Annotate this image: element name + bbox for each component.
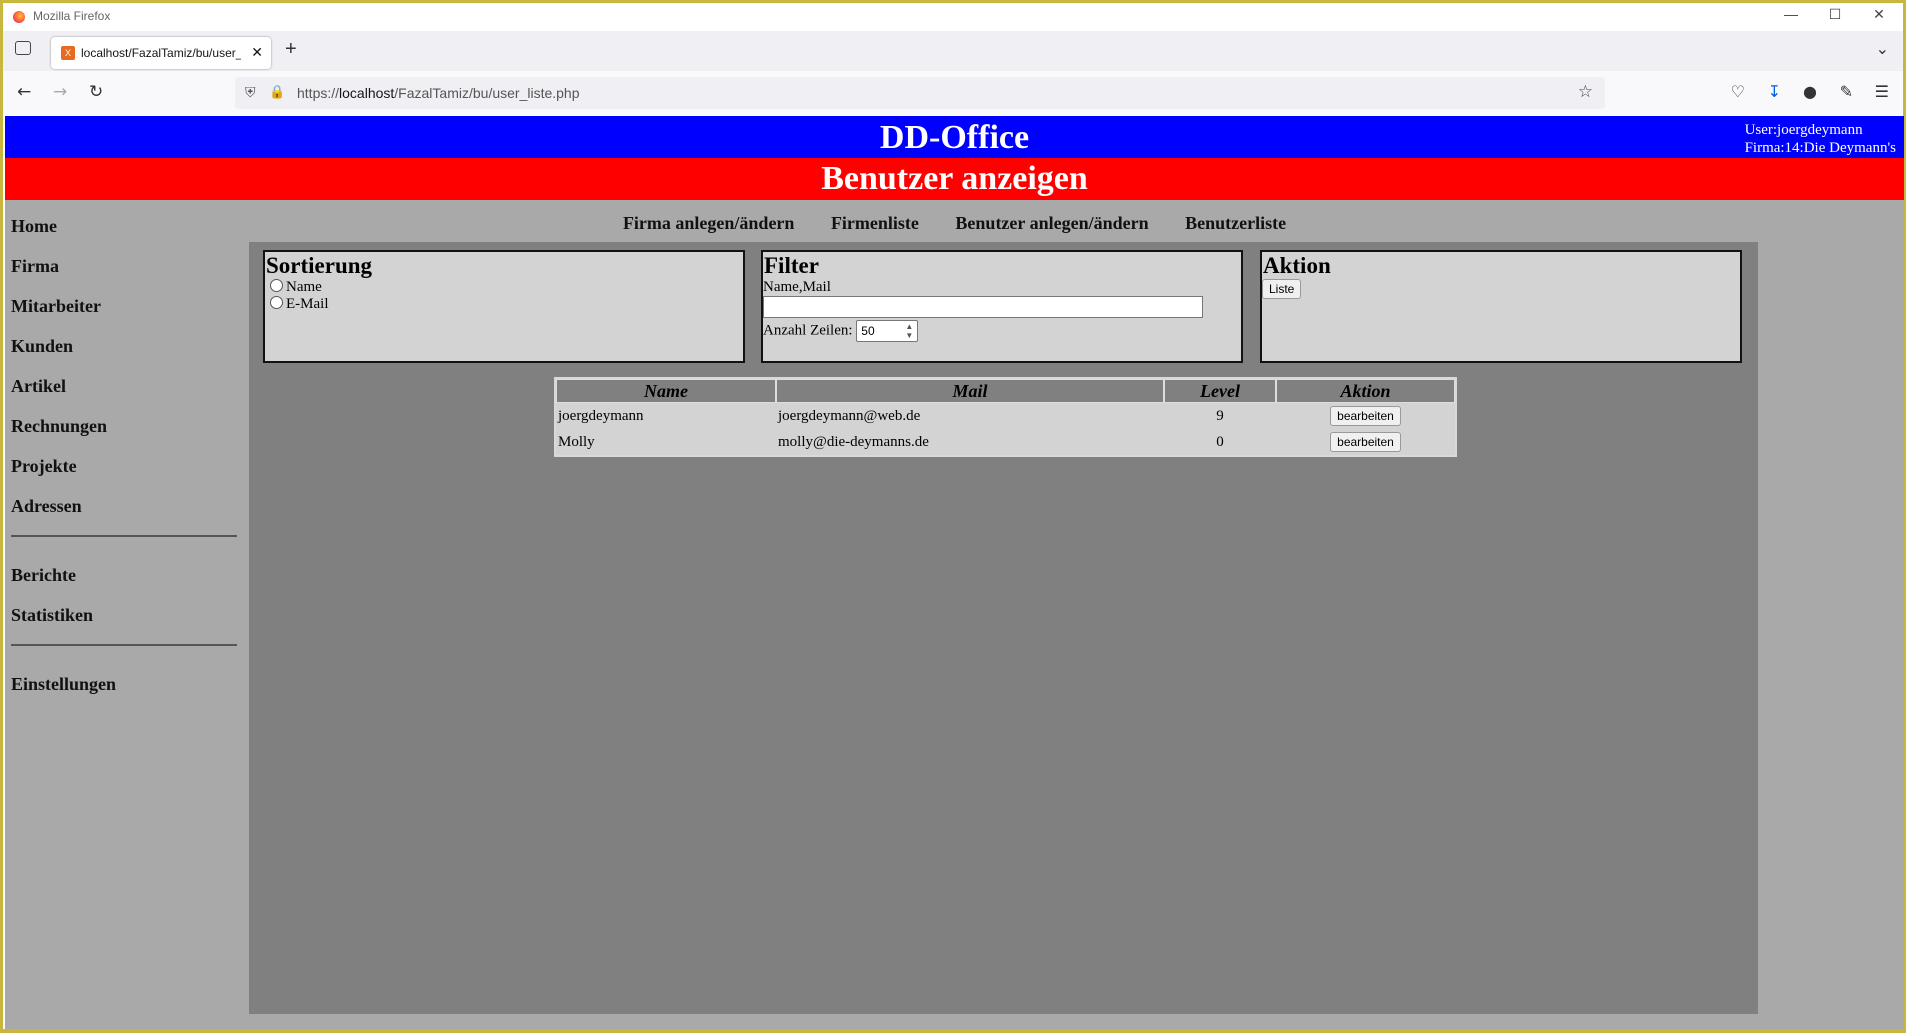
- maximize-icon[interactable]: ☐: [1815, 6, 1855, 26]
- menu-firma-anlegen[interactable]: Firma anlegen/ändern: [623, 213, 795, 234]
- tracking-shield-icon[interactable]: ⛨: [245, 84, 256, 101]
- main-panel: Sortierung Name E-Mail Filter Name,Mail …: [249, 242, 1758, 1014]
- app-header: DD-Office User:joergdeymann Firma:14:Die…: [5, 116, 1904, 158]
- edit-button[interactable]: bearbeiten: [1330, 432, 1401, 452]
- col-name[interactable]: Name: [556, 379, 776, 403]
- cell-name: joergdeymann: [558, 407, 644, 424]
- top-menu: Firma anlegen/ändern Firmenliste Benutze…: [5, 213, 1904, 234]
- table-header: Name Mail Level Aktion: [556, 379, 1455, 403]
- action-box: Aktion Liste: [1260, 250, 1742, 363]
- cell-mail: joergdeymann@web.de: [778, 407, 921, 424]
- action-title: Aktion: [1263, 253, 1331, 278]
- user-name: User:joergdeymann: [1744, 122, 1863, 138]
- chevron-down-icon[interactable]: ⌄: [1876, 39, 1889, 58]
- edit-button[interactable]: bearbeiten: [1330, 406, 1401, 426]
- radio-email[interactable]: [270, 296, 283, 309]
- filter-field-label: Name,Mail: [763, 279, 831, 295]
- active-tab[interactable]: X localhost/FazalTamiz/bu/user_li ✕: [51, 37, 271, 69]
- table-row: joergdeymann joergdeymann@web.de 9 bearb…: [556, 403, 1455, 429]
- liste-button[interactable]: Liste: [1262, 279, 1302, 299]
- cell-level: 9: [1216, 407, 1224, 424]
- sort-title: Sortierung: [266, 253, 373, 278]
- user-table: Name Mail Level Aktion joergdeymann joer…: [554, 377, 1457, 457]
- rows-stepper[interactable]: 50 ▲ ▼: [856, 320, 919, 342]
- company-name: Firma:14:Die Deymann's: [1744, 140, 1896, 156]
- sidebar-item-berichte[interactable]: Berichte: [11, 555, 241, 595]
- list-all-tabs-icon[interactable]: [15, 41, 31, 55]
- back-icon[interactable]: ←: [17, 82, 31, 102]
- col-mail[interactable]: Mail: [776, 379, 1164, 403]
- sidebar-divider: [11, 535, 237, 537]
- reload-icon[interactable]: ↻: [89, 82, 103, 102]
- cell-level: 0: [1216, 433, 1224, 450]
- user-info: User:joergdeymann Firma:14:Die Deymann's: [1745, 121, 1896, 157]
- menu-benutzer-anlegen[interactable]: Benutzer anlegen/ändern: [955, 213, 1148, 234]
- sidebar-item-projekte[interactable]: Projekte: [11, 446, 241, 486]
- tab-title: localhost/FazalTamiz/bu/user_li: [81, 46, 241, 60]
- filter-input[interactable]: [763, 296, 1203, 318]
- sort-option-name[interactable]: Name: [265, 279, 743, 296]
- sidebar-nav: Home Firma Mitarbeiter Kunden Artikel Re…: [11, 206, 241, 704]
- url-bar[interactable]: ⛨ 🔒 https://localhost/FazalTamiz/bu/user…: [235, 77, 1605, 109]
- table-row: Molly molly@die-deymanns.de 0 bearbeiten: [556, 429, 1455, 455]
- sort-box: Sortierung Name E-Mail: [263, 250, 745, 363]
- sidebar-item-statistiken[interactable]: Statistiken: [11, 595, 241, 635]
- cell-mail: molly@die-deymanns.de: [778, 433, 929, 450]
- sort-option-email[interactable]: E-Mail: [265, 296, 743, 313]
- minimize-icon[interactable]: —: [1771, 6, 1811, 26]
- sidebar-item-adressen[interactable]: Adressen: [11, 486, 241, 526]
- rows-label: Anzahl Zeilen:: [763, 322, 853, 339]
- downloads-icon[interactable]: ↧: [1768, 82, 1781, 101]
- tab-bar: X localhost/FazalTamiz/bu/user_li ✕ + ⌄: [3, 31, 1903, 71]
- bookmark-star-icon[interactable]: ☆: [1578, 82, 1593, 102]
- menu-benutzerliste[interactable]: Benutzerliste: [1185, 213, 1286, 234]
- hamburger-menu-icon[interactable]: ☰: [1875, 82, 1889, 101]
- sidebar-item-firma[interactable]: Firma: [11, 246, 241, 286]
- cell-name: Molly: [558, 433, 595, 450]
- filter-box: Filter Name,Mail Anzahl Zeilen: 50 ▲ ▼: [761, 250, 1243, 363]
- account-avatar-icon[interactable]: ●: [1803, 82, 1817, 101]
- filter-title: Filter: [764, 253, 819, 278]
- sidebar-item-mitarbeiter[interactable]: Mitarbeiter: [11, 286, 241, 326]
- window-title: Mozilla Firefox: [33, 9, 111, 23]
- app-title: DD-Office: [879, 119, 1030, 156]
- sidebar-item-einstellungen[interactable]: Einstellungen: [11, 664, 241, 704]
- col-level[interactable]: Level: [1164, 379, 1276, 403]
- sidebar-item-kunden[interactable]: Kunden: [11, 326, 241, 366]
- sidebar-item-artikel[interactable]: Artikel: [11, 366, 241, 406]
- page-title: Benutzer anzeigen: [5, 158, 1904, 200]
- navigation-bar: ← → ↻ ⛨ 🔒 https://localhost/FazalTamiz/b…: [3, 71, 1903, 115]
- new-tab-icon[interactable]: +: [285, 38, 297, 61]
- browser-window: Mozilla Firefox — ☐ ✕ X localhost/FazalT…: [0, 0, 1906, 1033]
- title-bar: Mozilla Firefox — ☐ ✕: [3, 3, 1903, 31]
- lock-icon[interactable]: 🔒: [269, 84, 285, 100]
- radio-name[interactable]: [270, 279, 283, 292]
- col-aktion: Aktion: [1276, 379, 1455, 403]
- menu-firmenliste[interactable]: Firmenliste: [831, 213, 919, 234]
- firefox-logo-icon: [13, 11, 25, 23]
- pocket-icon[interactable]: ♡: [1731, 82, 1745, 101]
- forward-icon[interactable]: →: [53, 82, 67, 102]
- xampp-favicon-icon: X: [61, 46, 75, 60]
- sidebar-divider: [11, 644, 237, 646]
- close-window-icon[interactable]: ✕: [1859, 6, 1899, 26]
- url-text[interactable]: https://localhost/FazalTamiz/bu/user_lis…: [297, 85, 580, 101]
- page-content: DD-Office User:joergdeymann Firma:14:Die…: [5, 116, 1904, 1029]
- close-tab-icon[interactable]: ✕: [251, 44, 263, 61]
- extensions-icon[interactable]: ✎: [1840, 82, 1853, 101]
- sidebar-item-rechnungen[interactable]: Rechnungen: [11, 406, 241, 446]
